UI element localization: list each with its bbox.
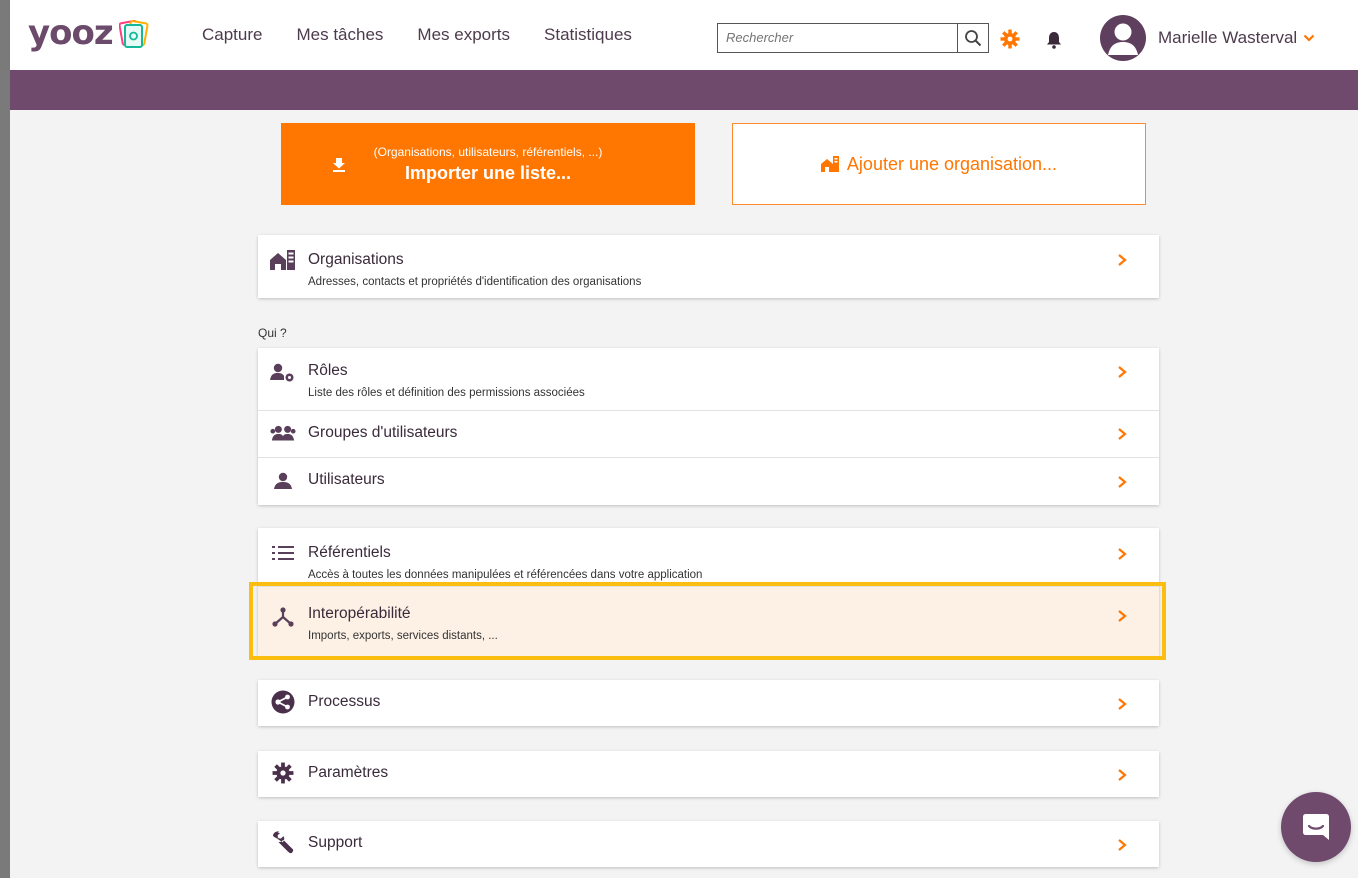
support-card: Support (258, 821, 1159, 867)
search-icon (964, 30, 982, 47)
user-icon (270, 470, 296, 492)
add-organisation-button[interactable]: Ajouter une organisation... (732, 123, 1146, 205)
nav-mes-exports[interactable]: Mes exports (417, 25, 510, 45)
menu-item-title: Utilisateurs (308, 471, 385, 488)
menu-item-desc: Accès à toutes les données manipulées et… (308, 569, 703, 581)
menu-item-title: Processus (308, 693, 381, 710)
wrench-icon (270, 831, 296, 854)
organisations-card: Organisations Adresses, contacts et prop… (258, 235, 1159, 298)
menu-item-support[interactable]: Support (258, 821, 1159, 867)
menu-item-desc: Imports, exports, services distants, ... (308, 630, 498, 642)
menu-item-utilisateurs[interactable]: Utilisateurs (258, 457, 1159, 505)
nav-statistiques[interactable]: Statistiques (544, 25, 632, 45)
menu-item-parametres[interactable]: Paramètres (258, 751, 1159, 797)
search-input[interactable] (718, 24, 957, 50)
menu-item-title: Groupes d'utilisateurs (308, 424, 458, 441)
chevron-right-icon (1118, 366, 1127, 378)
menu-item-title: Paramètres (308, 764, 389, 781)
import-label: Importer une liste... (404, 162, 572, 183)
share-icon (270, 690, 296, 714)
header-band (10, 70, 1358, 110)
chevron-right-icon (1118, 839, 1127, 851)
building-icon (270, 249, 296, 271)
chevron-right-icon (1118, 254, 1127, 266)
menu-item-title: Rôles (308, 362, 348, 379)
menu-item-desc: Liste des rôles et définition des permis… (308, 387, 585, 399)
who-card: Rôles Liste des rôles et définition des … (258, 348, 1159, 505)
chevron-right-icon (1118, 698, 1127, 710)
chevron-right-icon (1118, 548, 1127, 560)
user-avatar[interactable] (1100, 15, 1146, 61)
nav-mes-taches[interactable]: Mes tâches (296, 25, 383, 45)
processus-card: Processus (258, 680, 1159, 726)
menu-item-desc: Adresses, contacts et propriétés d'ident… (308, 276, 642, 288)
chevron-right-icon (1118, 769, 1127, 781)
search-box (717, 23, 989, 53)
menu-item-title: Support (308, 834, 363, 851)
menu-item-processus[interactable]: Processus (258, 680, 1159, 726)
menu-item-title: Organisations (308, 251, 404, 268)
chevron-right-icon (1118, 610, 1127, 622)
user-gear-icon (270, 362, 296, 384)
add-organisation-label: Ajouter une organisation... (846, 153, 1058, 174)
window-edge (0, 0, 10, 878)
menu-item-groupes[interactable]: Groupes d'utilisateurs (258, 410, 1159, 457)
search-button[interactable] (956, 24, 988, 52)
menu-item-referentiels[interactable]: Référentiels Accès à toutes les données … (258, 528, 1159, 586)
chat-launcher-button[interactable] (1281, 792, 1351, 862)
notifications-bell-icon[interactable] (1044, 30, 1064, 50)
parametres-card: Paramètres (258, 751, 1159, 797)
settings-gear-icon[interactable] (1000, 29, 1020, 49)
section-label-qui: Qui ? (258, 326, 287, 340)
building-icon (820, 156, 839, 172)
menu-item-roles[interactable]: Rôles Liste des rôles et définition des … (258, 348, 1159, 410)
chevron-down-icon (1303, 34, 1315, 42)
user-name: Marielle Wasterval (1158, 28, 1298, 47)
chevron-right-icon (1118, 428, 1127, 440)
menu-item-organisations[interactable]: Organisations Adresses, contacts et prop… (258, 235, 1159, 298)
import-list-button[interactable]: (Organisations, utilisateurs, référentie… (281, 123, 695, 205)
network-icon (270, 606, 296, 628)
data-card: Référentiels Accès à toutes les données … (258, 528, 1159, 656)
yooz-logo[interactable]: yooz (28, 13, 149, 53)
menu-item-interoperabilite[interactable]: Interopérabilité Imports, exports, servi… (258, 586, 1159, 656)
nav-capture[interactable]: Capture (202, 25, 262, 45)
main-nav: Capture Mes tâches Mes exports Statistiq… (202, 0, 666, 70)
top-navigation-bar: yooz Capture Mes tâches Mes exports Stat… (10, 0, 1358, 70)
menu-item-title: Interopérabilité (308, 605, 411, 622)
logo-text: yooz (28, 13, 114, 53)
logo-cards-icon (118, 18, 149, 48)
user-menu[interactable]: Marielle Wasterval (1158, 28, 1315, 48)
list-icon (270, 542, 296, 564)
chat-icon (1303, 814, 1329, 840)
import-subtitle: (Organisations, utilisateurs, référentie… (373, 144, 603, 159)
menu-item-title: Référentiels (308, 544, 391, 561)
gear-icon (270, 762, 296, 784)
download-icon (333, 158, 345, 172)
chevron-right-icon (1118, 476, 1127, 488)
users-group-icon (270, 423, 296, 445)
